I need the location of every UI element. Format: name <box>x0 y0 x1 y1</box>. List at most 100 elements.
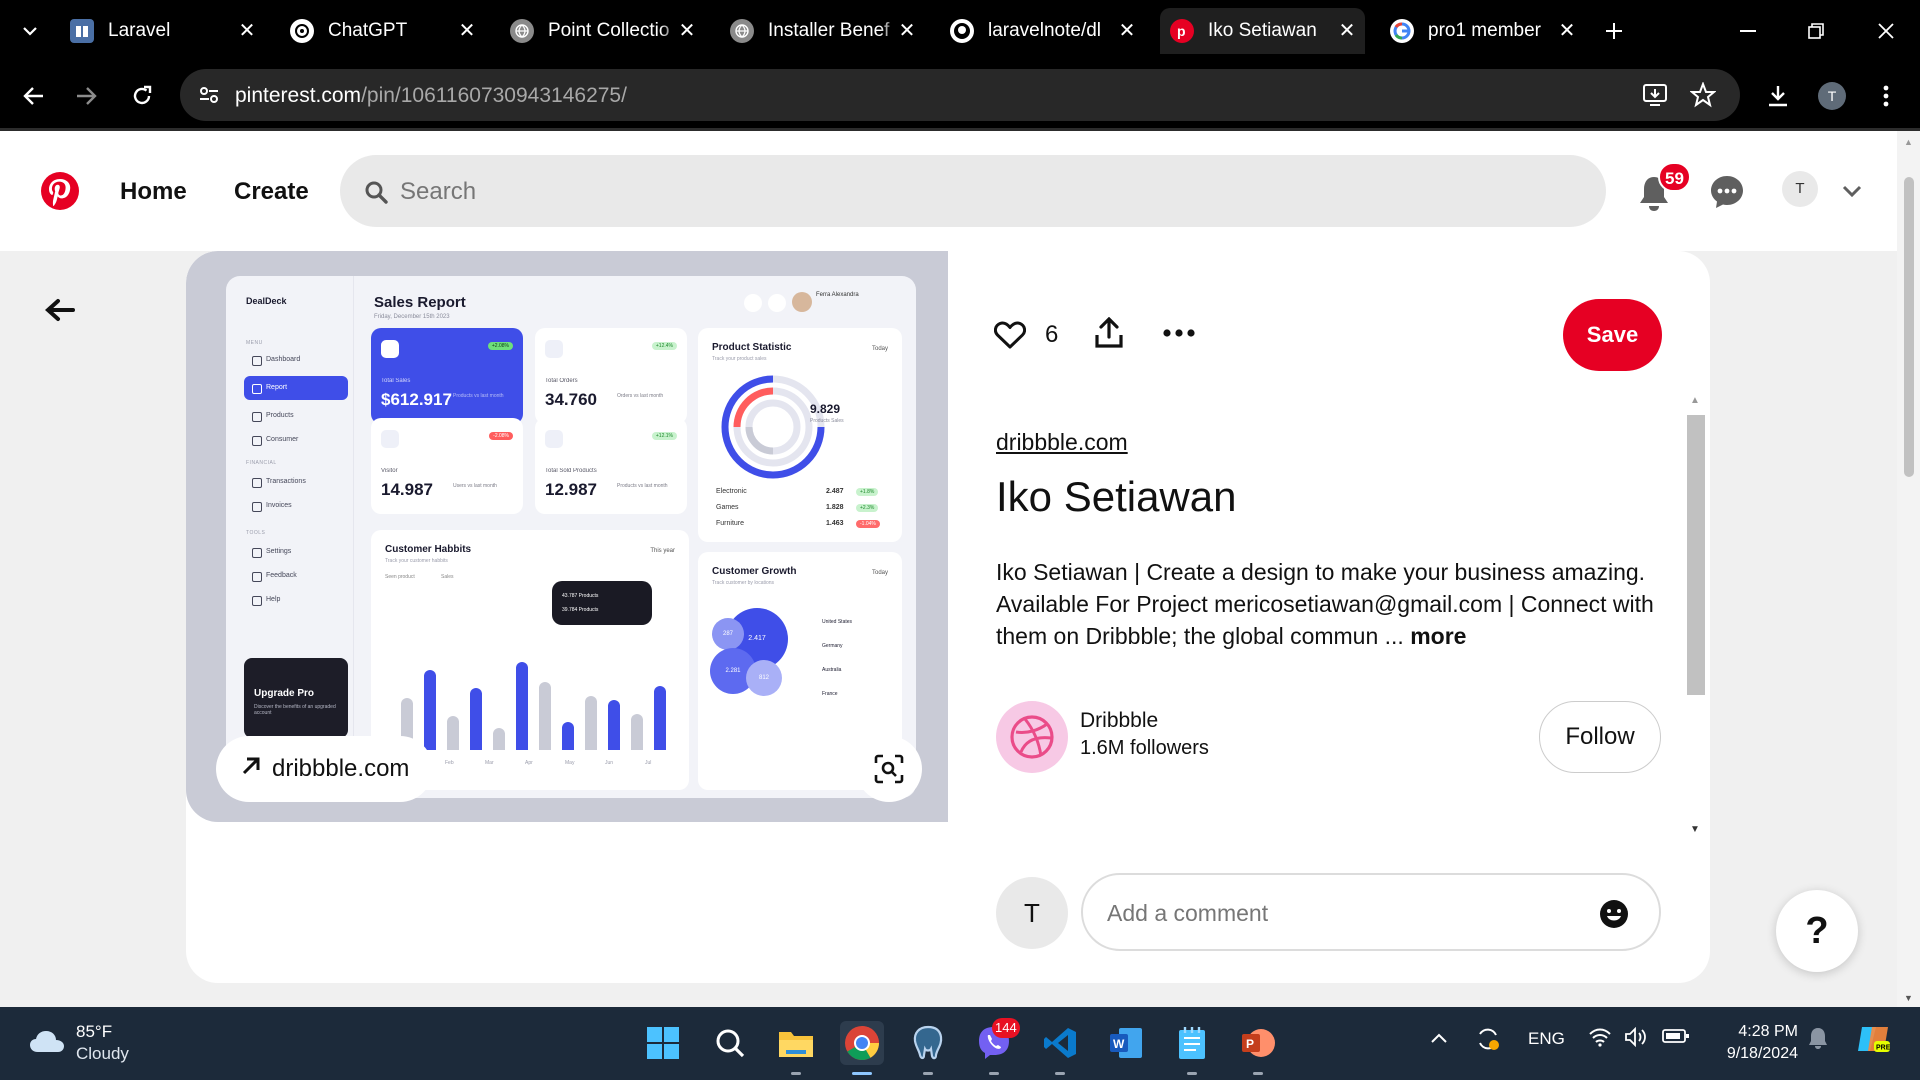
visual-search-lens-icon[interactable] <box>856 736 922 802</box>
panel-subtitle: Track your product sales <box>712 356 767 362</box>
file-explorer-icon[interactable] <box>774 1021 818 1075</box>
reload-icon[interactable] <box>122 76 162 116</box>
battery-icon[interactable] <box>1662 1028 1690 1049</box>
restore-icon[interactable] <box>1796 16 1836 46</box>
page-scrollbar[interactable]: ▲ ▼ <box>1897 131 1920 1007</box>
habits-bar <box>516 662 528 750</box>
new-tab-icon[interactable] <box>1594 16 1634 46</box>
tab-chatgpt[interactable]: ChatGPT ✕ <box>280 8 485 54</box>
menu-item: Help <box>244 588 348 612</box>
creator-name[interactable]: Dribbble <box>1080 709 1158 733</box>
more-link[interactable]: more <box>1410 623 1466 649</box>
weather-widget[interactable]: 85°F Cloudy <box>28 1021 129 1065</box>
help-button[interactable]: ? <box>1776 890 1858 972</box>
share-icon[interactable] <box>1092 315 1126 351</box>
omnibox[interactable]: pinterest.com/pin/1061160730943146275/ <box>180 69 1740 121</box>
panel-title: Customer Habbits <box>385 544 472 555</box>
follow-button[interactable]: Follow <box>1539 701 1661 773</box>
close-tab-icon[interactable]: ✕ <box>1335 19 1359 43</box>
tab-title: Point Collectio <box>548 20 670 41</box>
save-button[interactable]: Save <box>1563 299 1662 371</box>
emoji-icon[interactable] <box>1599 899 1629 929</box>
search-icon <box>744 294 762 312</box>
scroll-down-arrow-icon[interactable]: ▼ <box>1690 824 1700 835</box>
notification-bell-icon[interactable] <box>1808 1027 1828 1054</box>
user-avatar[interactable]: T <box>1782 171 1818 207</box>
word-icon[interactable]: W <box>1104 1021 1148 1065</box>
scroll-down-arrow-icon[interactable]: ▼ <box>1904 993 1913 1003</box>
url-text[interactable]: pinterest.com/pin/1061160730943146275/ <box>235 84 627 108</box>
tab-laravel[interactable]: Laravel ✕ <box>60 8 265 54</box>
creator-avatar[interactable] <box>996 701 1068 773</box>
panel-subtitle: Track your customer habbits <box>385 558 448 564</box>
details-scrollbar[interactable]: ▲ ▼ <box>1686 395 1706 835</box>
comment-input[interactable]: Add a comment <box>1081 873 1661 951</box>
page-scroll-thumb[interactable] <box>1904 177 1914 477</box>
tab-installer-benefit[interactable]: Installer Benef ✕ <box>720 8 925 54</box>
close-tab-icon[interactable]: ✕ <box>455 19 479 43</box>
chatgpt-icon <box>290 19 314 43</box>
site-info-icon[interactable] <box>198 84 220 111</box>
profile-avatar[interactable]: T <box>1812 76 1852 116</box>
close-tab-icon[interactable]: ✕ <box>235 19 259 43</box>
downloads-icon[interactable] <box>1758 76 1798 116</box>
scroll-up-arrow-icon[interactable]: ▲ <box>1690 395 1700 406</box>
pgadmin-elephant-icon[interactable] <box>906 1021 950 1075</box>
stat-tag: -2.08% <box>489 432 513 440</box>
notepad-icon[interactable] <box>1170 1021 1214 1075</box>
weather-temperature: 85°F <box>76 1022 113 1041</box>
growth-bubble: 812 <box>746 660 782 696</box>
chrome-taskbar-icon[interactable] <box>840 1021 884 1075</box>
pinterest-logo-icon[interactable] <box>41 172 79 210</box>
notifications-badge: 59 <box>1658 162 1691 192</box>
tab-google[interactable]: pro1 member ✕ <box>1380 8 1585 54</box>
browser-menu-icon[interactable] <box>1866 76 1906 116</box>
close-tab-icon[interactable]: ✕ <box>895 19 919 43</box>
stat-sub: Orders vs last month <box>617 393 664 399</box>
comment-avatar[interactable]: T <box>996 877 1068 949</box>
powerpoint-icon[interactable]: P <box>1236 1021 1280 1075</box>
forward-arrow-icon[interactable] <box>66 76 106 116</box>
bookmark-star-icon[interactable] <box>1689 81 1717 113</box>
comment-placeholder: Add a comment <box>1107 900 1269 926</box>
running-indicator <box>989 1072 999 1075</box>
scroll-up-arrow-icon[interactable]: ▲ <box>1904 137 1913 147</box>
tab-github[interactable]: laravelnote/dl ✕ <box>940 8 1145 54</box>
pin-description: Iko Setiawan | Create a design to make y… <box>996 556 1656 652</box>
copilot-icon[interactable]: PRE <box>1856 1023 1892 1060</box>
vscode-icon[interactable] <box>1038 1021 1082 1075</box>
close-window-icon[interactable] <box>1866 16 1906 46</box>
install-app-icon[interactable] <box>1642 83 1668 112</box>
input-language[interactable]: ENG <box>1528 1029 1565 1049</box>
more-options-icon[interactable] <box>1162 323 1196 343</box>
search-bar[interactable]: Search <box>340 155 1606 227</box>
minimize-icon[interactable] <box>1728 16 1768 46</box>
back-arrow-button[interactable] <box>36 286 84 334</box>
source-link[interactable]: dribbble.com <box>996 429 1128 456</box>
sync-icon[interactable] <box>1474 1025 1502 1058</box>
svg-text:PRE: PRE <box>1876 1045 1891 1052</box>
system-clock[interactable]: 4:28 PM 9/18/2024 <box>1712 1021 1798 1065</box>
product-statistic-panel: Product Statistic Track your product sal… <box>698 328 902 542</box>
volume-icon[interactable] <box>1624 1026 1648 1052</box>
close-tab-icon[interactable]: ✕ <box>1555 19 1579 43</box>
tab-search-chevron-icon[interactable] <box>10 16 50 46</box>
source-chip[interactable]: dribbble.com <box>216 736 434 802</box>
like-count: 6 <box>1045 321 1059 348</box>
taskbar-search-icon[interactable] <box>708 1021 752 1065</box>
wifi-icon[interactable] <box>1588 1027 1612 1052</box>
scroll-thumb[interactable] <box>1687 415 1705 695</box>
pin-image[interactable]: DealDeck MENU Dashboard Report Products … <box>186 251 948 822</box>
nav-create[interactable]: Create <box>234 178 309 206</box>
messages-icon[interactable] <box>1708 173 1746 211</box>
tab-pinterest[interactable]: p Iko Setiawan ✕ <box>1160 8 1365 54</box>
tab-point-collection[interactable]: Point Collectio ✕ <box>500 8 705 54</box>
account-chevron-down-icon[interactable] <box>1840 181 1864 201</box>
back-arrow-icon[interactable] <box>14 76 54 116</box>
tray-chevron-up-icon[interactable] <box>1430 1029 1448 1049</box>
windows-start-icon[interactable] <box>641 1021 685 1065</box>
heart-like-icon[interactable] <box>992 317 1028 353</box>
nav-home[interactable]: Home <box>120 178 187 206</box>
close-tab-icon[interactable]: ✕ <box>1115 19 1139 43</box>
close-tab-icon[interactable]: ✕ <box>675 19 699 43</box>
